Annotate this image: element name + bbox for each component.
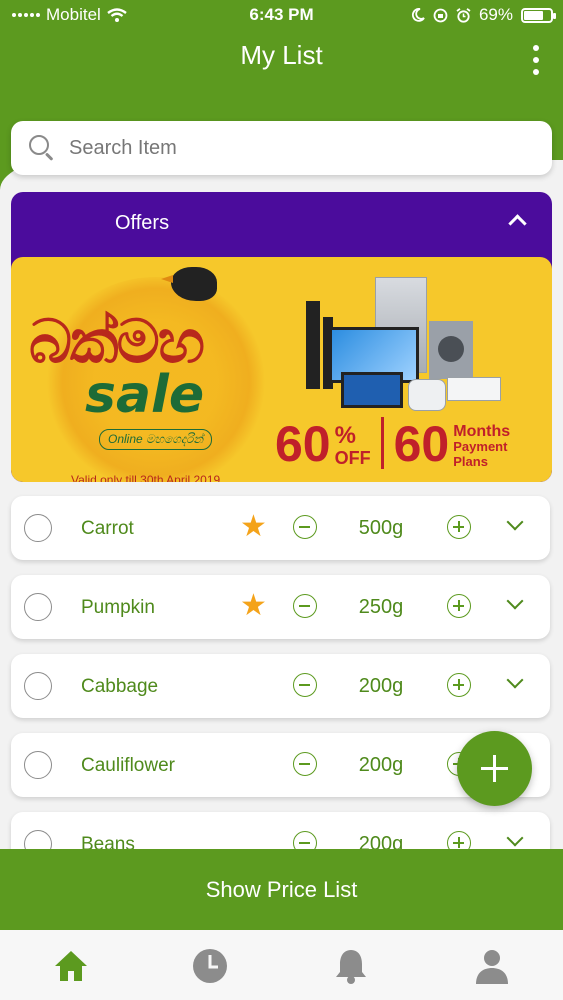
user-icon[interactable] xyxy=(472,946,512,986)
page-title: My List xyxy=(240,40,323,70)
moon-icon xyxy=(411,8,425,22)
home-icon[interactable] xyxy=(51,946,91,986)
chevron-down-icon[interactable] xyxy=(506,513,524,531)
alarm-icon xyxy=(456,7,471,23)
status-right: 69% xyxy=(411,5,556,25)
chevron-up-icon[interactable] xyxy=(508,214,527,233)
increase-button[interactable] xyxy=(447,594,471,618)
star-icon[interactable]: ★ xyxy=(240,512,267,542)
months-value: 60 xyxy=(393,416,450,472)
washer-illustration xyxy=(429,321,473,379)
item-quantity: 500g xyxy=(358,517,404,539)
decrease-button[interactable] xyxy=(293,673,317,697)
cooker-illustration xyxy=(408,379,446,411)
item-quantity: 200g xyxy=(358,675,404,697)
clock-icon[interactable] xyxy=(190,946,230,986)
check-radio[interactable] xyxy=(24,672,52,700)
battery-percent: 69% xyxy=(478,5,513,24)
ac-illustration xyxy=(447,377,501,401)
item-name: Cauliflower xyxy=(81,755,175,776)
search-icon xyxy=(29,135,55,161)
search-input[interactable] xyxy=(69,136,552,160)
item-quantity: 250g xyxy=(358,596,404,618)
search-bar[interactable] xyxy=(11,121,552,175)
bell-icon[interactable] xyxy=(331,946,371,986)
item-quantity: 200g xyxy=(358,754,404,776)
promo-divider xyxy=(380,417,384,469)
chevron-down-icon[interactable] xyxy=(506,671,524,689)
promo-text: 60 % OFF 60 Months Payment Plans xyxy=(275,417,510,469)
laptop-illustration xyxy=(341,372,403,408)
offers-header[interactable]: Offers xyxy=(11,192,552,254)
banner-validity: Valid only till 30th April 2019 xyxy=(71,473,221,482)
bottom-tab-bar xyxy=(0,930,563,1000)
discount-suffix: % OFF xyxy=(334,422,371,469)
battery-fill xyxy=(524,10,544,20)
list-item[interactable]: Cabbage 200g xyxy=(11,654,550,718)
chevron-down-icon[interactable] xyxy=(506,829,524,847)
list-item[interactable]: Carrot ★ 500g xyxy=(11,496,550,560)
orientation-lock-icon xyxy=(433,8,448,22)
more-menu-icon[interactable] xyxy=(531,45,541,75)
banner-subtitle: Online මහගෙදරින් xyxy=(99,429,213,450)
item-name: Cabbage xyxy=(81,676,159,697)
increase-button[interactable] xyxy=(447,673,471,697)
speaker-illustration xyxy=(306,301,320,389)
star-icon[interactable]: ★ xyxy=(240,591,267,621)
add-item-button[interactable] xyxy=(457,731,532,806)
decrease-button[interactable] xyxy=(293,752,317,776)
months-label: Months Payment Plans xyxy=(453,423,511,470)
bird-illustration xyxy=(161,267,217,301)
item-name: Pumpkin xyxy=(81,597,155,618)
discount-value: 60 xyxy=(275,416,331,472)
offer-banner[interactable]: බක්මහ sale Online මහගෙදරින් Valid only t… xyxy=(11,257,552,482)
item-name: Carrot xyxy=(81,518,134,539)
offers-title: Offers xyxy=(115,212,170,234)
chevron-down-icon[interactable] xyxy=(506,592,524,610)
battery-icon xyxy=(521,7,556,23)
list-item[interactable]: Pumpkin ★ 250g xyxy=(11,575,550,639)
check-radio[interactable] xyxy=(24,514,52,542)
increase-button[interactable] xyxy=(447,515,471,539)
offers-panel: Offers බක්මහ sale Online මහගෙදරින් Valid… xyxy=(11,192,552,482)
decrease-button[interactable] xyxy=(293,515,317,539)
status-bar: Mobitel 6:43 PM 69% xyxy=(0,0,563,30)
banner-sale-text: sale xyxy=(85,365,205,425)
decrease-button[interactable] xyxy=(293,594,317,618)
show-price-list-button[interactable]: Show Price List xyxy=(0,849,563,930)
check-radio[interactable] xyxy=(24,593,52,621)
check-radio[interactable] xyxy=(24,751,52,779)
